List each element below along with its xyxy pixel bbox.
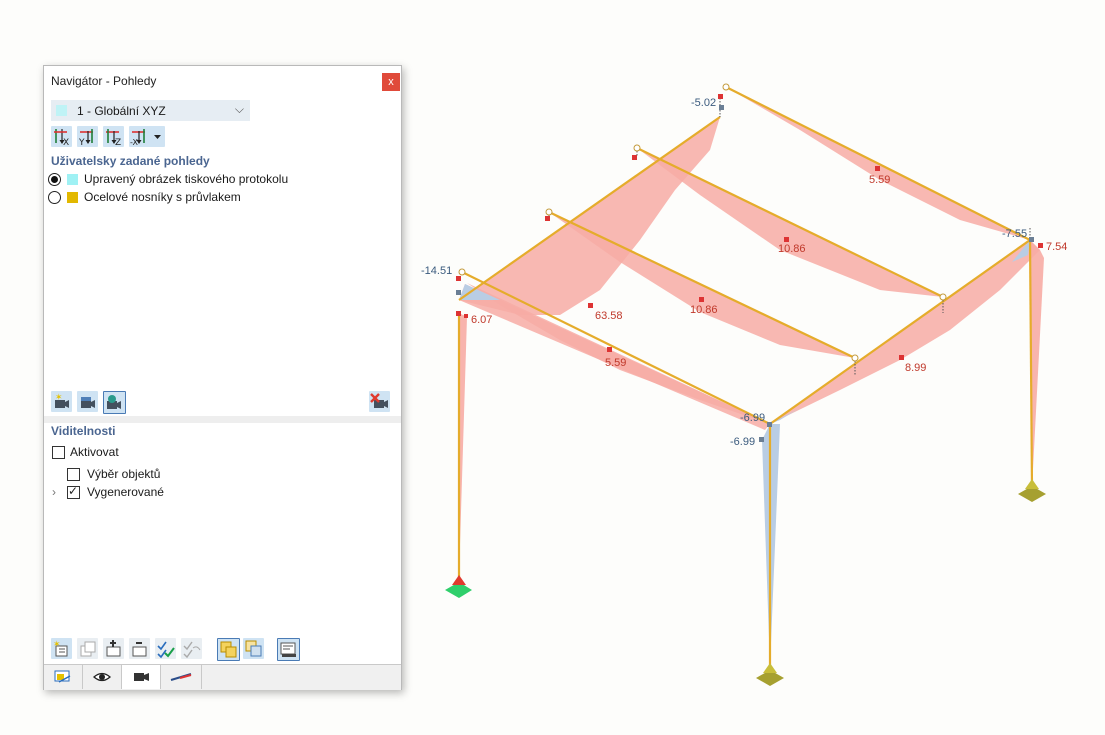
new-visibility-icon[interactable]: ✶ — [51, 638, 72, 659]
support-left — [445, 575, 472, 598]
user-view-item[interactable]: Ocelové nosníky s průvlakem — [48, 190, 388, 206]
svg-text:✶: ✶ — [53, 639, 61, 649]
tab-views[interactable] — [122, 665, 161, 689]
svg-text:-X: -X — [130, 138, 138, 147]
view-y-icon[interactable]: Y — [77, 126, 98, 147]
data-tab-icon — [54, 670, 71, 683]
delete-view-camera-icon[interactable] — [369, 391, 390, 412]
results-tab-icon — [170, 673, 192, 681]
radio-button[interactable] — [48, 173, 61, 186]
add-visibility-icon[interactable] — [103, 638, 124, 659]
uncheck-icon[interactable] — [181, 638, 202, 659]
beam-mid-1 — [636, 147, 944, 298]
tab-display[interactable] — [83, 665, 122, 689]
tab-results[interactable] — [161, 665, 202, 689]
check-all-icon[interactable] — [155, 638, 176, 659]
display-objects-icon[interactable] — [217, 638, 240, 661]
svg-text:Z: Z — [115, 138, 121, 147]
value-label: -7.55 — [1002, 228, 1027, 240]
view-x-icon[interactable]: X — [51, 126, 72, 147]
apply-view-camera-icon[interactable] — [103, 391, 126, 414]
value-label: -14.51 — [421, 265, 452, 277]
value-label: 10.86 — [778, 243, 806, 255]
value-label: 7.54 — [1046, 241, 1067, 253]
support-right — [1018, 479, 1046, 502]
value-label: 6.07 — [471, 314, 492, 326]
save-view-camera-icon[interactable] — [77, 391, 98, 412]
radio-button[interactable] — [48, 191, 61, 204]
view-select-value: 1 - Globální XYZ — [77, 104, 166, 118]
activate-checkbox[interactable] — [52, 446, 65, 459]
navigator-title: Navigátor - Pohledy — [51, 74, 157, 88]
navigator-titlebar[interactable]: Navigátor - Pohledy x — [44, 66, 401, 96]
display-transparent-icon[interactable] — [243, 638, 264, 659]
view-select[interactable]: 1 - Globální XYZ ⌵ — [51, 100, 250, 121]
close-button[interactable]: x — [382, 73, 400, 91]
activate-label: Aktivovat — [70, 445, 119, 459]
user-view-item[interactable]: Upravený obrázek tiskového protokolu — [48, 172, 388, 188]
remove-visibility-icon[interactable] — [129, 638, 150, 659]
support-front — [756, 663, 784, 686]
new-view-camera-icon[interactable]: ✶ — [51, 391, 72, 412]
chevron-right-icon[interactable]: › — [52, 485, 56, 499]
navigator-tabbar — [44, 664, 401, 690]
members — [457, 86, 1034, 667]
supports — [445, 479, 1046, 686]
view-color-swatch — [67, 174, 78, 185]
object-selection-label: Výběr objektů — [87, 467, 161, 481]
view-color-swatch — [67, 192, 78, 203]
section-divider — [44, 416, 401, 423]
value-label: 8.99 — [905, 362, 926, 374]
value-label: 5.59 — [869, 174, 890, 186]
svg-text:X: X — [63, 138, 69, 147]
generated-label: Vygenerované — [87, 485, 164, 499]
tab-data[interactable] — [44, 665, 83, 689]
structure-model-view[interactable]: -5.02 5.59 -14.51 6.07 63.58 10.86 10.86… — [400, 0, 1105, 735]
value-label: -6.99 — [740, 412, 765, 424]
diagram-fill-left-column — [459, 313, 467, 577]
display-tab-icon — [93, 672, 111, 682]
user-views-heading: Uživatelsky zadané pohledy — [51, 154, 210, 168]
value-label: -5.02 — [691, 97, 716, 109]
visibility-heading: Viditelnosti — [51, 424, 116, 438]
views-tab-icon — [134, 673, 149, 681]
svg-text:✶: ✶ — [55, 392, 63, 402]
copy-visibility-icon[interactable] — [77, 638, 98, 659]
view-color-swatch — [56, 105, 67, 116]
object-selection-checkbox[interactable] — [67, 468, 80, 481]
settings-icon[interactable] — [277, 638, 300, 661]
navigator-panel: Navigátor - Pohledy x 1 - Globální XYZ ⌵… — [43, 65, 402, 690]
view-z-icon[interactable]: Z — [103, 126, 124, 147]
value-label: 63.58 — [595, 310, 623, 322]
value-label: 10.86 — [690, 304, 718, 316]
beam-right — [769, 239, 1031, 425]
user-view-label: Ocelové nosníky s průvlakem — [84, 190, 241, 204]
user-view-label: Upravený obrázek tiskového protokolu — [84, 172, 289, 186]
generated-checkbox[interactable] — [67, 484, 80, 499]
view-neg-x-icon[interactable]: -X — [129, 126, 165, 147]
chevron-down-icon[interactable]: ⌵ — [235, 102, 244, 117]
value-label: 5.59 — [605, 357, 626, 369]
svg-text:Y: Y — [78, 138, 85, 147]
value-label: -6.99 — [730, 436, 755, 448]
moment-diagram — [459, 87, 1044, 667]
